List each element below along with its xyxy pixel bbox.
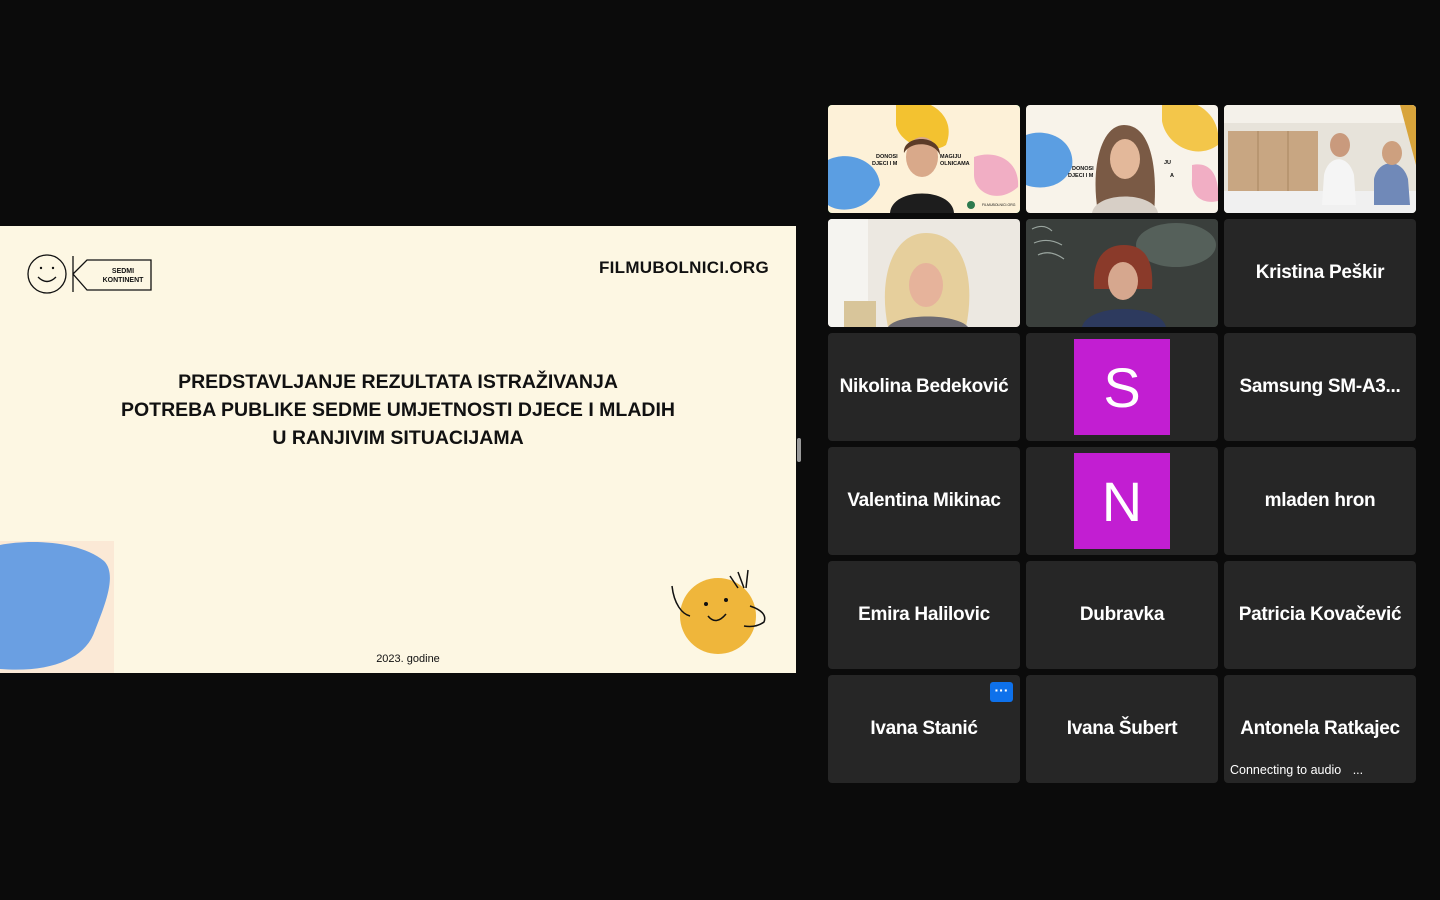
participant-tile-ivana-stanic[interactable]: Ivana Stanić ··· xyxy=(828,675,1020,783)
video-tile-presenter-2[interactable]: DONOSI JU DJECI I M A xyxy=(1026,105,1218,213)
chalkboard-participant-video-feed xyxy=(1026,219,1218,327)
participant-tile-avatar-s[interactable]: S xyxy=(1026,333,1218,441)
slide-title-line2: POTREBA PUBLIKE SEDME UMJETNOSTI DJECE I… xyxy=(121,399,675,421)
participant-tile-mladen-hron[interactable]: mladen hron xyxy=(1224,447,1416,555)
video-tile-chalkboard-participant[interactable] xyxy=(1026,219,1218,327)
blue-blob-decoration xyxy=(0,541,114,673)
t2-banner-b: JU xyxy=(1164,160,1172,166)
participant-tile-avatar-n[interactable]: N xyxy=(1026,447,1218,555)
participant-tile-samsung[interactable]: Samsung SM-A3... xyxy=(1224,333,1416,441)
participant-avatar: S xyxy=(1074,339,1170,435)
participant-name: Ivana Šubert xyxy=(1066,718,1178,739)
t1-banner-b: MAGIJU xyxy=(940,154,962,160)
shared-screen-slide: SEDMI KONTINENT FILMUBOLNICI.ORG PREDSTA… xyxy=(0,226,796,673)
participant-tile-patricia-kovacevic[interactable]: Patricia Kovačević xyxy=(1224,561,1416,669)
blonde-participant-video-feed xyxy=(828,219,1020,327)
participant-tile-emira-halilovic[interactable]: Emira Halilovic xyxy=(828,561,1020,669)
speaker-video-feed xyxy=(828,105,1020,213)
sun-character-decoration xyxy=(671,569,766,654)
t2-banner-a: DONOSI xyxy=(1072,166,1094,172)
video-tile-classroom[interactable] xyxy=(1224,105,1416,213)
logo-text-line2: KONTINENT xyxy=(102,277,144,284)
participant-tile-antonela-ratkajec[interactable]: Antonela Ratkajec Connecting to audio ..… xyxy=(1224,675,1416,783)
presenter-2-video-feed xyxy=(1026,105,1218,213)
participant-tile-dubravka[interactable]: Dubravka xyxy=(1026,561,1218,669)
t1-banner-d: OLNICAMA xyxy=(940,161,970,167)
t1-banner-a: DONOSI xyxy=(876,154,898,160)
t2-banner-c: DJECI I M xyxy=(1068,173,1094,179)
classroom-video-feed xyxy=(1224,105,1416,213)
participant-name: Emira Halilovic xyxy=(858,604,990,625)
slide-title-line3: U RANJIVIM SITUACIJAMA xyxy=(272,427,524,449)
participant-name: Patricia Kovačević xyxy=(1238,604,1402,625)
participant-tile-kristina-peskir[interactable]: Kristina Peškir xyxy=(1224,219,1416,327)
t2-banner-d: A xyxy=(1170,173,1174,179)
participant-avatar: N xyxy=(1074,453,1170,549)
more-options-button[interactable]: ··· xyxy=(990,682,1013,702)
loading-dots-icon: ... xyxy=(1352,763,1364,777)
participant-name: Nikolina Bedeković xyxy=(839,376,1009,397)
video-tile-blonde-participant[interactable] xyxy=(828,219,1020,327)
participant-name: Valentina Mikinac xyxy=(847,490,1001,511)
participant-name: Dubravka xyxy=(1079,604,1165,625)
logo-caption: SEDMI KONTINENT xyxy=(88,267,158,285)
audio-connecting-status: Connecting to audio ... xyxy=(1230,763,1363,777)
slide-title-line1: PREDSTAVLJANJE REZULTATA ISTRAŽIVANJA xyxy=(178,371,618,393)
t1-footer-url: FILMUBOLNICI.ORG xyxy=(982,203,1016,207)
participant-name: Kristina Peškir xyxy=(1255,262,1385,283)
participant-name: Samsung SM-A3... xyxy=(1239,376,1401,397)
participant-tile-valentina-mikinac[interactable]: Valentina Mikinac xyxy=(828,447,1020,555)
t1-banner-c: DJECI I M xyxy=(872,161,898,167)
slide-site-url: FILMUBOLNICI.ORG xyxy=(598,258,769,277)
participant-tile-ivana-subert[interactable]: Ivana Šubert xyxy=(1026,675,1218,783)
video-tile-speaker[interactable]: DONOSI MAGIJU DJECI I M OLNICAMA FILMUBO… xyxy=(828,105,1020,213)
participant-tile-nikolina-bedekovic[interactable]: Nikolina Bedeković xyxy=(828,333,1020,441)
participant-name: mladen hron xyxy=(1264,490,1376,511)
audio-status-text: Connecting to audio xyxy=(1230,763,1342,777)
split-view-handle[interactable] xyxy=(797,438,801,462)
logo-text-line1: SEDMI xyxy=(111,268,135,275)
